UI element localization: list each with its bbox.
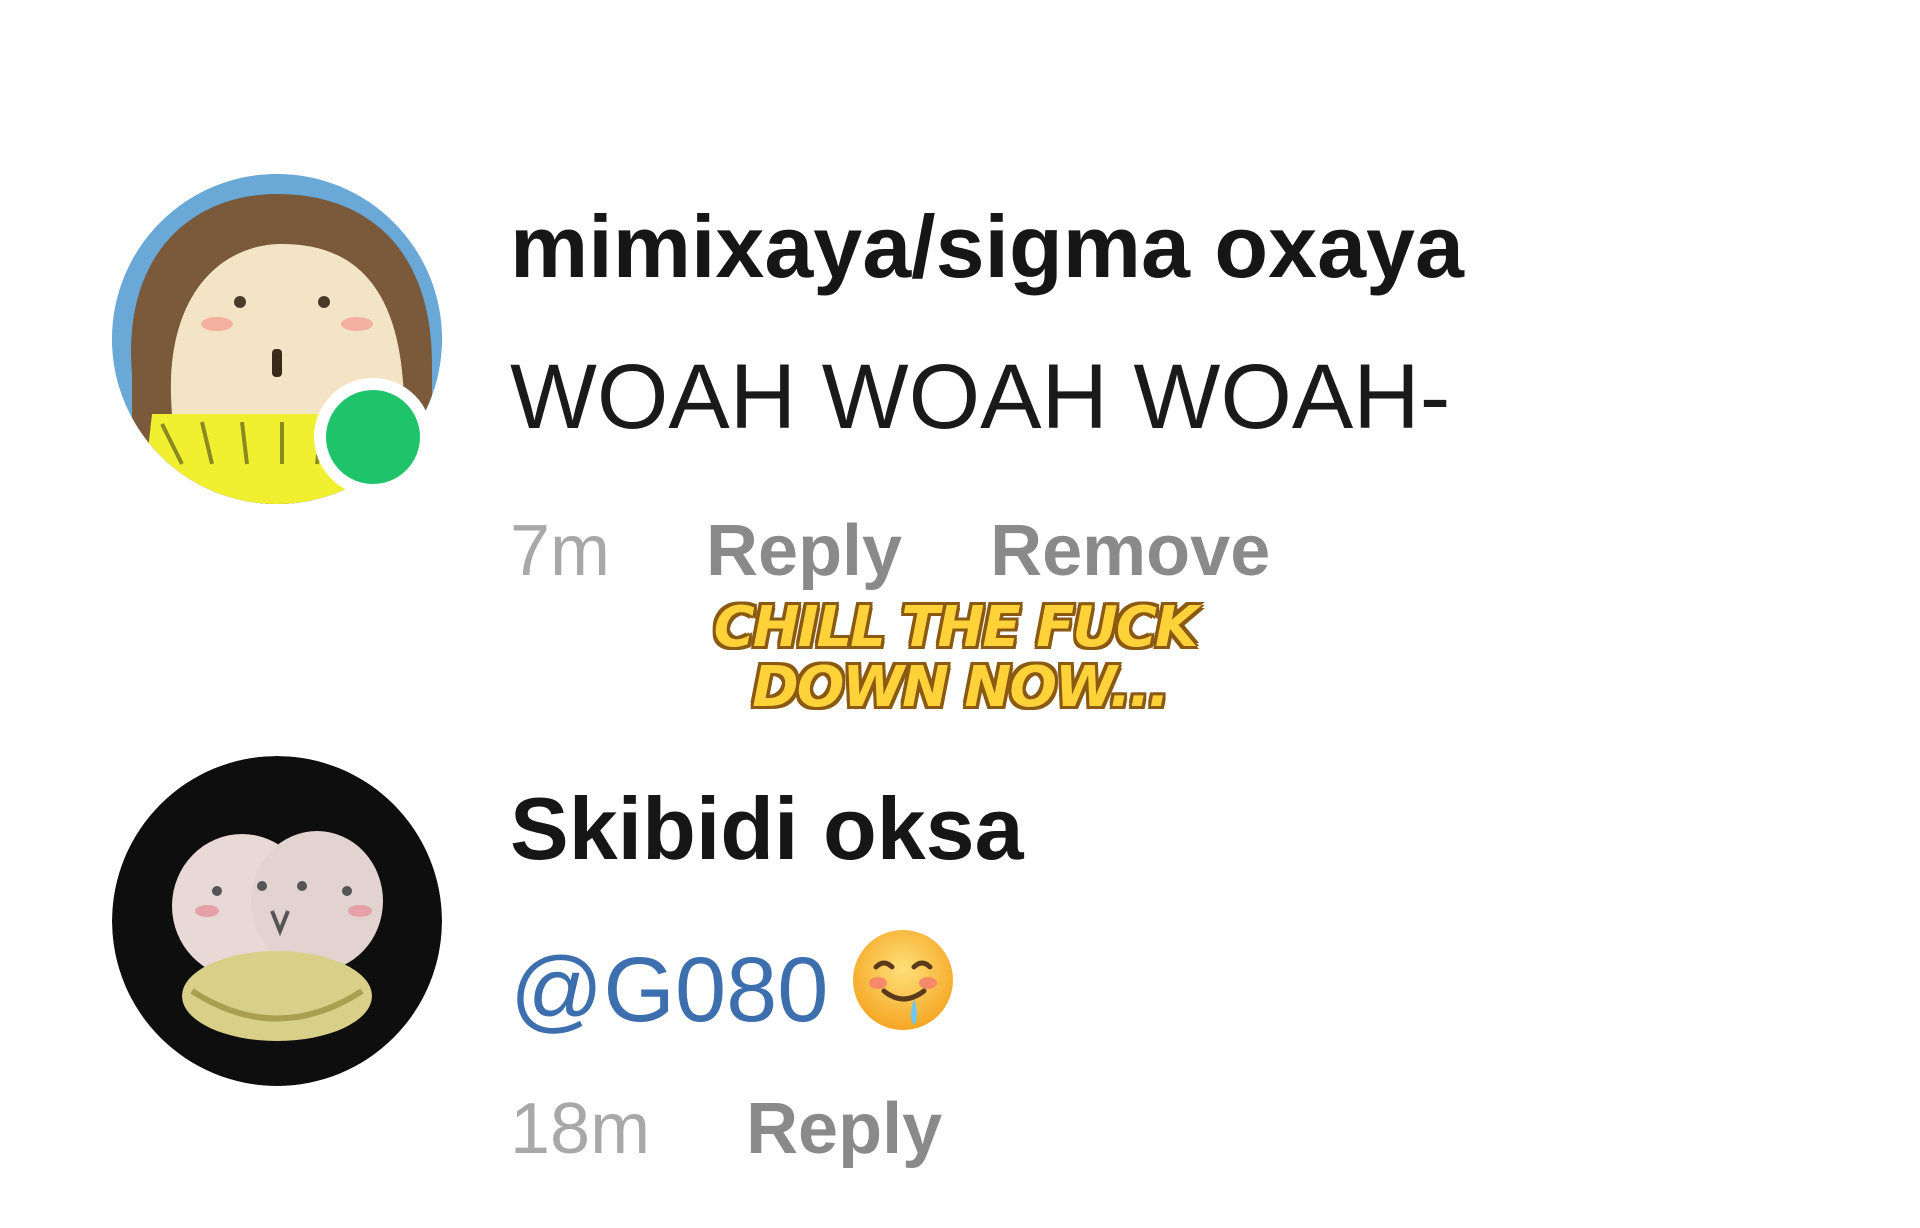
reply-button[interactable]: Reply xyxy=(706,511,902,591)
user-mention-link[interactable]: @G080 xyxy=(510,939,828,1041)
comment-time: 18m xyxy=(510,1089,651,1169)
comment-meta: 18m Reply xyxy=(510,1088,942,1170)
video-caption-overlay: CHILL THE FUCK DOWN NOW... xyxy=(0,598,1920,718)
remove-button[interactable]: Remove xyxy=(990,511,1270,591)
comment-meta: 7m Reply Remove xyxy=(510,510,1270,592)
comment-text: @G080 xyxy=(510,925,958,1043)
caption-line-1: CHILL THE FUCK xyxy=(713,595,1199,660)
avatar[interactable] xyxy=(112,756,442,1086)
comment-username[interactable]: mimixaya/sigma oxaya xyxy=(510,196,1464,298)
drooling-face-icon xyxy=(853,930,954,1030)
online-status-dot xyxy=(314,378,432,496)
caption-line-2: DOWN NOW... xyxy=(752,655,1169,720)
comment-text: WOAH WOAH WOAH- xyxy=(510,346,1451,448)
avatar-illustration xyxy=(112,756,442,1086)
reply-button[interactable]: Reply xyxy=(746,1089,942,1169)
comment-username[interactable]: Skibidi oksa xyxy=(510,778,1024,880)
comment-time: 7m xyxy=(510,511,611,591)
